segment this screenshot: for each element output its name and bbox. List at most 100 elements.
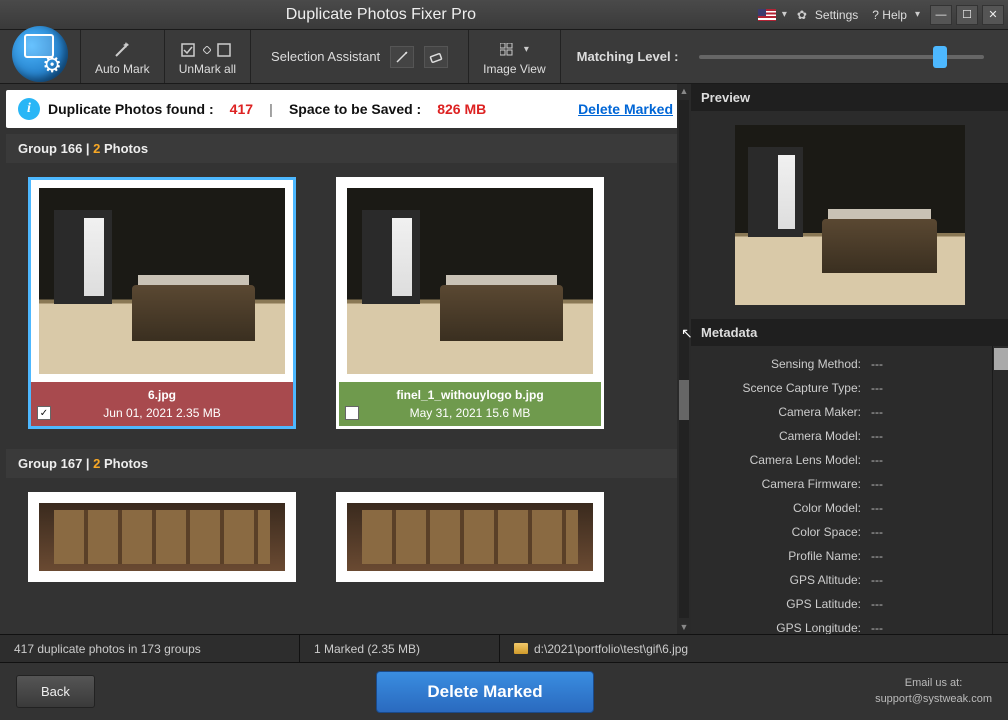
card-caption: finel_1_withouylogo b.jpg May 31, 2021 1… xyxy=(339,382,601,426)
metadata-scroll-thumb[interactable] xyxy=(994,348,1008,370)
checkbox[interactable] xyxy=(345,406,359,420)
status-counts: 417 duplicate photos in 173 groups xyxy=(0,635,300,662)
meta-value: --- xyxy=(871,453,883,467)
meta-value: --- xyxy=(871,621,883,634)
metadata-row: Sensing Method:--- xyxy=(691,352,1008,376)
delete-marked-button[interactable]: Delete Marked xyxy=(376,671,593,713)
flag-chevron[interactable]: ▾ xyxy=(782,9,787,20)
imageview-label: Image View xyxy=(483,62,545,76)
thumbnail xyxy=(347,188,593,374)
app-title: Duplicate Photos Fixer Pro xyxy=(4,6,758,24)
photo-card[interactable]: 6.jpg Jun 01, 2021 2.35 MB ✓ xyxy=(28,177,296,429)
meta-key: Color Model: xyxy=(691,501,871,515)
meta-key: Profile Name: xyxy=(691,549,871,563)
scrollbar[interactable]: ▲ ▼ xyxy=(677,84,691,634)
photo-card[interactable] xyxy=(28,492,296,582)
metadata-row: Profile Name:--- xyxy=(691,544,1008,568)
folder-icon xyxy=(514,643,528,654)
group-166-items: 6.jpg Jun 01, 2021 2.35 MB ✓ finel_1_wit… xyxy=(0,163,691,443)
unmark-icon xyxy=(181,40,233,60)
metadata-row: Camera Model:--- xyxy=(691,424,1008,448)
results-pane: i Duplicate Photos found : 417 | Space t… xyxy=(0,84,691,634)
close-button[interactable]: ✕ xyxy=(982,5,1004,25)
meta-key: Color Space: xyxy=(691,525,871,539)
metadata-title: Metadata xyxy=(691,319,1008,346)
metadata-list: Sensing Method:---Scence Capture Type:--… xyxy=(691,346,1008,634)
meta-key: Scence Capture Type: xyxy=(691,381,871,395)
meta-key: GPS Altitude: xyxy=(691,573,871,587)
info-bar: i Duplicate Photos found : 417 | Space t… xyxy=(6,90,685,128)
checkbox[interactable]: ✓ xyxy=(37,406,51,420)
eraser-tool-icon[interactable] xyxy=(424,46,448,68)
matching-level: Matching Level : xyxy=(560,30,1008,83)
maximize-button[interactable]: ☐ xyxy=(956,5,978,25)
settings-link[interactable]: Settings xyxy=(809,6,864,24)
unmarkall-label: UnMark all xyxy=(179,62,236,76)
selassist-label: Selection Assistant xyxy=(271,49,380,64)
preview-title: Preview xyxy=(691,84,1008,111)
help-chevron[interactable]: ▾ xyxy=(915,9,920,20)
photo-card[interactable]: finel_1_withouylogo b.jpg May 31, 2021 1… xyxy=(336,177,604,429)
meta-key: Camera Maker: xyxy=(691,405,871,419)
scrollbar-thumb[interactable] xyxy=(679,380,689,420)
image-view-button[interactable]: ▾ Image View xyxy=(468,30,559,83)
thumbnail xyxy=(39,503,285,571)
side-panel: Preview Metadata Sensing Method:---Scenc… xyxy=(691,84,1008,634)
meta-key: GPS Longitude: xyxy=(691,621,871,634)
automark-label: Auto Mark xyxy=(95,62,150,76)
dup-label: Duplicate Photos found : xyxy=(48,101,214,117)
file-meta: May 31, 2021 15.6 MB xyxy=(345,406,595,420)
file-name: 6.jpg xyxy=(37,388,287,402)
file-name: finel_1_withouylogo b.jpg xyxy=(345,388,595,402)
grid-icon: ▾ xyxy=(500,40,529,60)
group-header-167: Group 167 | 2 Photos xyxy=(6,449,685,478)
metadata-row: GPS Longitude:--- xyxy=(691,616,1008,634)
metadata-row: Scence Capture Type:--- xyxy=(691,376,1008,400)
minimize-button[interactable]: — xyxy=(930,5,952,25)
wand-icon xyxy=(113,40,131,60)
matching-label: Matching Level : xyxy=(577,49,679,64)
file-meta: Jun 01, 2021 2.35 MB xyxy=(37,406,287,420)
meta-value: --- xyxy=(871,405,883,419)
meta-value: --- xyxy=(871,549,883,563)
meta-value: --- xyxy=(871,429,883,443)
slider-thumb[interactable] xyxy=(933,46,947,68)
metadata-scrollbar[interactable] xyxy=(992,346,1008,634)
wand-tool-icon[interactable] xyxy=(390,46,414,68)
metadata-row: Camera Firmware:--- xyxy=(691,472,1008,496)
toolbar: Auto Mark UnMark all Selection Assistant… xyxy=(0,30,1008,84)
metadata-row: GPS Altitude:--- xyxy=(691,568,1008,592)
meta-key: Sensing Method: xyxy=(691,357,871,371)
app-logo xyxy=(0,30,80,83)
group-header-166: Group 166 | 2 Photos xyxy=(6,134,685,163)
meta-value: --- xyxy=(871,501,883,515)
space-label: Space to be Saved : xyxy=(289,101,421,117)
info-icon: i xyxy=(18,98,40,120)
flag-icon[interactable] xyxy=(758,9,776,21)
photo-card[interactable] xyxy=(336,492,604,582)
status-path: d:\2021\portfolio\test\gif\6.jpg xyxy=(500,635,1008,662)
card-caption: 6.jpg Jun 01, 2021 2.35 MB ✓ xyxy=(31,382,293,426)
space-value: 826 MB xyxy=(437,101,486,117)
thumbnail xyxy=(39,188,285,374)
automark-button[interactable]: Auto Mark xyxy=(80,30,164,83)
meta-value: --- xyxy=(871,597,883,611)
titlebar: Duplicate Photos Fixer Pro ▾ ✿ Settings … xyxy=(0,0,1008,30)
matching-slider[interactable] xyxy=(699,55,984,59)
help-link[interactable]: ? Help xyxy=(866,6,913,24)
preview-image xyxy=(735,125,965,305)
selection-assistant-button[interactable]: Selection Assistant xyxy=(250,30,468,83)
gear-icon: ✿ xyxy=(797,8,807,22)
metadata-row: Camera Lens Model:--- xyxy=(691,448,1008,472)
unmarkall-button[interactable]: UnMark all xyxy=(164,30,250,83)
footer: Back Delete Marked Email us at: support@… xyxy=(0,662,1008,720)
meta-value: --- xyxy=(871,573,883,587)
metadata-row: Camera Maker:--- xyxy=(691,400,1008,424)
back-button[interactable]: Back xyxy=(16,675,95,708)
dup-count: 417 xyxy=(230,101,253,117)
meta-value: --- xyxy=(871,381,883,395)
meta-key: Camera Lens Model: xyxy=(691,453,871,467)
meta-value: --- xyxy=(871,525,883,539)
group-167-items xyxy=(0,478,691,582)
delete-marked-link[interactable]: Delete Marked xyxy=(578,101,673,117)
